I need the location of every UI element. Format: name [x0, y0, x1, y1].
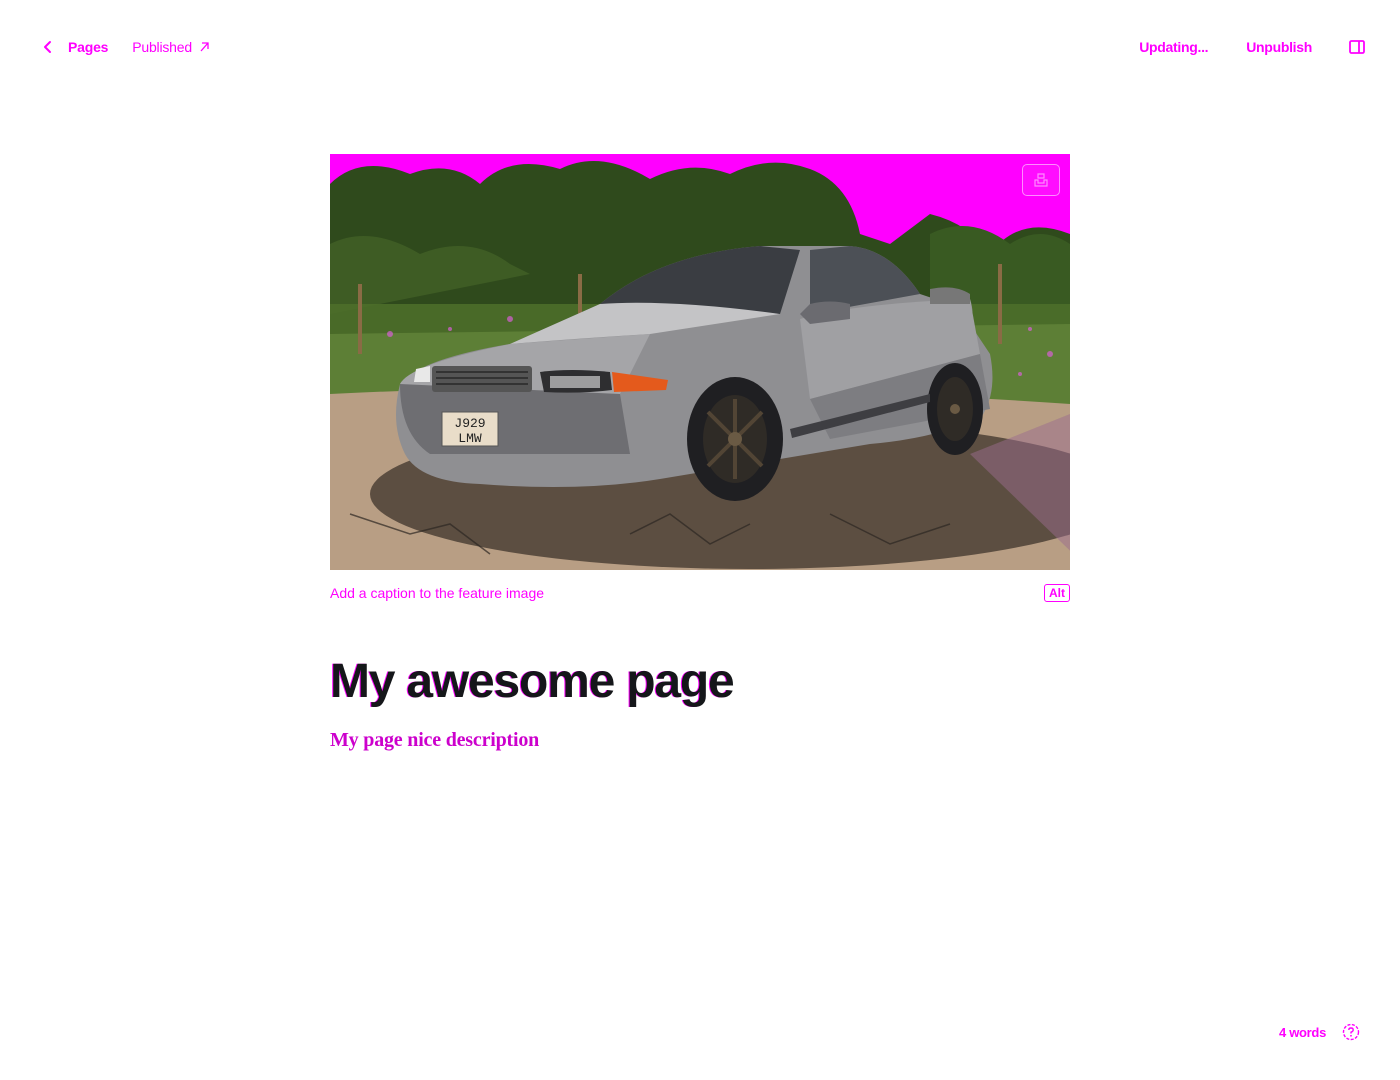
- alt-text-button[interactable]: Alt: [1044, 584, 1070, 602]
- license-plate-line1: J929: [454, 416, 485, 431]
- page-title[interactable]: My awesome page: [330, 654, 1070, 709]
- feature-image-photo: J929 LMW: [330, 154, 1070, 570]
- license-plate-line2: LMW: [458, 431, 482, 446]
- help-circle-icon[interactable]: [1342, 1023, 1360, 1041]
- caption-row: Alt: [330, 582, 1070, 604]
- word-count: 4 words: [1278, 1024, 1326, 1040]
- sidebar-toggle-icon: [1349, 40, 1365, 54]
- chevron-left-icon: [44, 41, 51, 53]
- published-link[interactable]: Published: [132, 39, 210, 55]
- editor-header: Pages Published Updating... Unpublish: [0, 0, 1400, 94]
- page-excerpt[interactable]: My page nice description: [330, 729, 1070, 752]
- back-link-label: Pages: [68, 39, 109, 55]
- save-status: Updating...: [1139, 39, 1209, 55]
- feature-image[interactable]: J929 LMW: [330, 154, 1070, 570]
- published-label: Published: [132, 39, 192, 55]
- editor-footer: 4 words: [1279, 1022, 1360, 1042]
- header-left: Pages Published: [40, 36, 210, 58]
- unpublish-button[interactable]: Unpublish: [1246, 39, 1312, 55]
- image-action-button[interactable]: [1022, 164, 1060, 196]
- external-link-icon: [200, 42, 209, 52]
- caption-input[interactable]: [330, 585, 930, 601]
- editor-content: J929 LMW Alt My: [330, 154, 1070, 752]
- unsplash-icon: [1034, 173, 1048, 187]
- header-right: Updating... Unpublish: [1139, 36, 1366, 58]
- back-to-pages-link[interactable]: Pages: [40, 39, 108, 55]
- sidebar-toggle-button[interactable]: [1348, 38, 1366, 56]
